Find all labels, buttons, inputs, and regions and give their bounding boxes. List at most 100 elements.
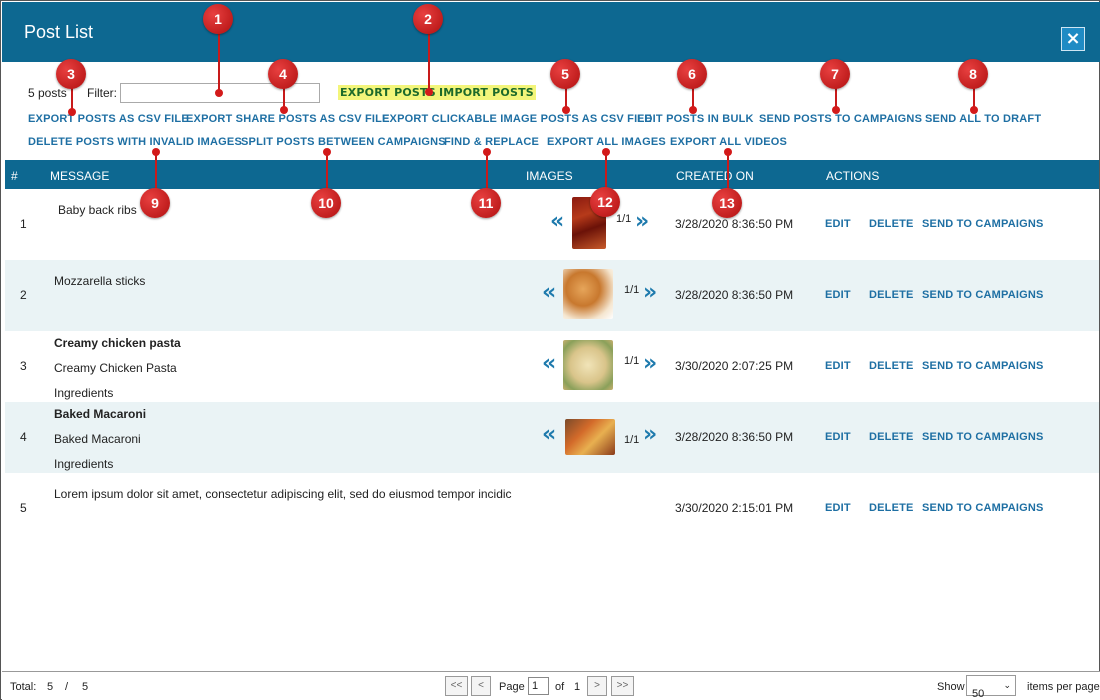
callout-badge: 7 <box>820 59 850 89</box>
send-to-campaigns-button[interactable]: SEND TO CAMPAIGNS <box>922 360 1044 372</box>
callout-leader <box>486 151 488 189</box>
row-number: 5 <box>20 501 27 515</box>
post-thumbnail <box>563 340 613 390</box>
callout-dot <box>280 106 288 114</box>
row-message: Baby back ribs <box>58 201 528 226</box>
edit-button[interactable]: EDIT <box>825 289 851 301</box>
dialog-titlebar: Post List × <box>2 2 1100 62</box>
callout-dot <box>562 106 570 114</box>
created-on: 3/30/2020 2:15:01 PM <box>675 501 794 515</box>
show-label: Show <box>937 681 965 693</box>
export-posts-link[interactable]: EXPORT POSTS <box>338 85 438 100</box>
message-line: Baked Macaroni <box>54 432 141 446</box>
created-on: 3/28/2020 8:36:50 PM <box>675 217 794 231</box>
callout-dot <box>970 106 978 114</box>
message-title: Baked Macaroni <box>54 407 147 421</box>
delete-invalid-images-link[interactable]: DELETE POSTS WITH INVALID IMAGES <box>28 136 242 148</box>
message-line: Creamy Chicken Pasta <box>54 361 177 375</box>
export-all-images-link[interactable]: EXPORT ALL IMAGES <box>547 136 666 148</box>
callout-badge: 4 <box>268 59 298 89</box>
callout-badge: 13 <box>712 188 742 218</box>
page-count: 1 <box>574 681 581 693</box>
row-message: Baked Macaroni Baked Macaroni Ingredient… <box>54 405 524 473</box>
table-row: 4 Baked Macaroni Baked Macaroni Ingredie… <box>5 402 1099 473</box>
column-created-on[interactable]: CREATED ON <box>676 169 754 183</box>
prev-image-icon[interactable]: « <box>542 422 556 447</box>
image-pager: 1/1 <box>624 355 640 367</box>
prev-image-icon[interactable]: « <box>542 351 556 376</box>
edit-button[interactable]: EDIT <box>825 431 851 443</box>
callout-badge: 3 <box>56 59 86 89</box>
row-number: 1 <box>20 217 27 231</box>
send-to-campaigns-button[interactable]: SEND TO CAMPAIGNS <box>922 502 1044 514</box>
callout-dot <box>323 148 331 156</box>
callout-badge: 9 <box>140 188 170 218</box>
split-posts-link[interactable]: SPLIT POSTS BETWEEN CAMPAIGNS <box>241 136 446 148</box>
export-share-posts-csv-link[interactable]: EXPORT SHARE POSTS AS CSV FILE <box>186 113 390 125</box>
message-line: Ingredients <box>54 457 114 471</box>
send-to-campaigns-button[interactable]: SEND TO CAMPAIGNS <box>922 289 1044 301</box>
callout-badge: 1 <box>203 4 233 34</box>
total-all: 5 <box>82 681 89 693</box>
callout-leader <box>428 32 430 90</box>
export-all-videos-link[interactable]: EXPORT ALL VIDEOS <box>670 136 787 148</box>
send-all-to-draft-link[interactable]: SEND ALL TO DRAFT <box>925 113 1041 125</box>
callout-leader <box>605 151 607 189</box>
callout-badge: 5 <box>550 59 580 89</box>
next-image-icon[interactable]: » <box>643 422 657 447</box>
next-page-button[interactable]: > <box>587 676 607 696</box>
callout-dot <box>602 148 610 156</box>
page-size-select[interactable]: 50 ⌄ <box>966 675 1016 700</box>
send-posts-to-campaigns-link[interactable]: SEND POSTS TO CAMPAIGNS <box>759 113 922 125</box>
edit-posts-bulk-link[interactable]: EDIT POSTS IN BULK <box>637 113 754 125</box>
image-pager: 1/1 <box>616 213 632 225</box>
delete-button[interactable]: DELETE <box>869 289 914 301</box>
column-message[interactable]: MESSAGE <box>50 169 109 183</box>
post-thumbnail <box>565 419 615 455</box>
page-input[interactable]: 1 <box>528 677 549 695</box>
callout-badge: 10 <box>311 188 341 218</box>
row-number: 2 <box>20 288 27 302</box>
callout-leader <box>155 151 157 189</box>
export-posts-csv-link[interactable]: EXPORT POSTS AS CSV FILE <box>28 113 189 125</box>
export-clickable-image-posts-link[interactable]: EXPORT CLICKABLE IMAGE POSTS AS CSV FILE <box>382 113 652 125</box>
callout-dot <box>724 148 732 156</box>
table-row: 2 Mozzarella sticks « 1/1 » 3/28/2020 8:… <box>5 260 1099 331</box>
import-posts-link[interactable]: IMPORT POSTS <box>437 85 536 100</box>
callout-badge: 6 <box>677 59 707 89</box>
prev-image-icon[interactable]: « <box>542 280 556 305</box>
prev-image-icon[interactable]: « <box>550 209 564 234</box>
callout-dot <box>483 148 491 156</box>
dialog-title: Post List <box>24 22 94 42</box>
callout-dot <box>68 108 76 116</box>
delete-button[interactable]: DELETE <box>869 360 914 372</box>
table-row: 5 Lorem ipsum dolor sit amet, consectetu… <box>5 473 1099 544</box>
callout-dot <box>832 106 840 114</box>
last-page-button[interactable]: >> <box>611 676 634 696</box>
close-icon[interactable]: × <box>1061 27 1085 51</box>
edit-button[interactable]: EDIT <box>825 218 851 230</box>
prev-page-button[interactable]: < <box>471 676 491 696</box>
callout-badge: 2 <box>413 4 443 34</box>
send-to-campaigns-button[interactable]: SEND TO CAMPAIGNS <box>922 218 1044 230</box>
send-to-campaigns-button[interactable]: SEND TO CAMPAIGNS <box>922 431 1044 443</box>
callout-dot <box>215 89 223 97</box>
find-replace-link[interactable]: FIND & REPLACE <box>444 136 539 148</box>
next-image-icon[interactable]: » <box>635 209 649 234</box>
callout-badge: 11 <box>471 188 501 218</box>
delete-button[interactable]: DELETE <box>869 431 914 443</box>
edit-button[interactable]: EDIT <box>825 360 851 372</box>
table-row: 3 Creamy chicken pasta Creamy Chicken Pa… <box>5 331 1099 402</box>
total-label: Total: <box>10 681 37 693</box>
created-on: 3/28/2020 8:36:50 PM <box>675 288 794 302</box>
delete-button[interactable]: DELETE <box>869 218 914 230</box>
created-on: 3/30/2020 2:07:25 PM <box>675 359 794 373</box>
delete-button[interactable]: DELETE <box>869 502 914 514</box>
column-actions: ACTIONS <box>826 169 880 183</box>
first-page-button[interactable]: << <box>445 676 468 696</box>
next-image-icon[interactable]: » <box>643 280 657 305</box>
edit-button[interactable]: EDIT <box>825 502 851 514</box>
next-image-icon[interactable]: » <box>643 351 657 376</box>
total-separator: / <box>65 681 69 693</box>
message-line: Ingredients <box>54 386 114 400</box>
